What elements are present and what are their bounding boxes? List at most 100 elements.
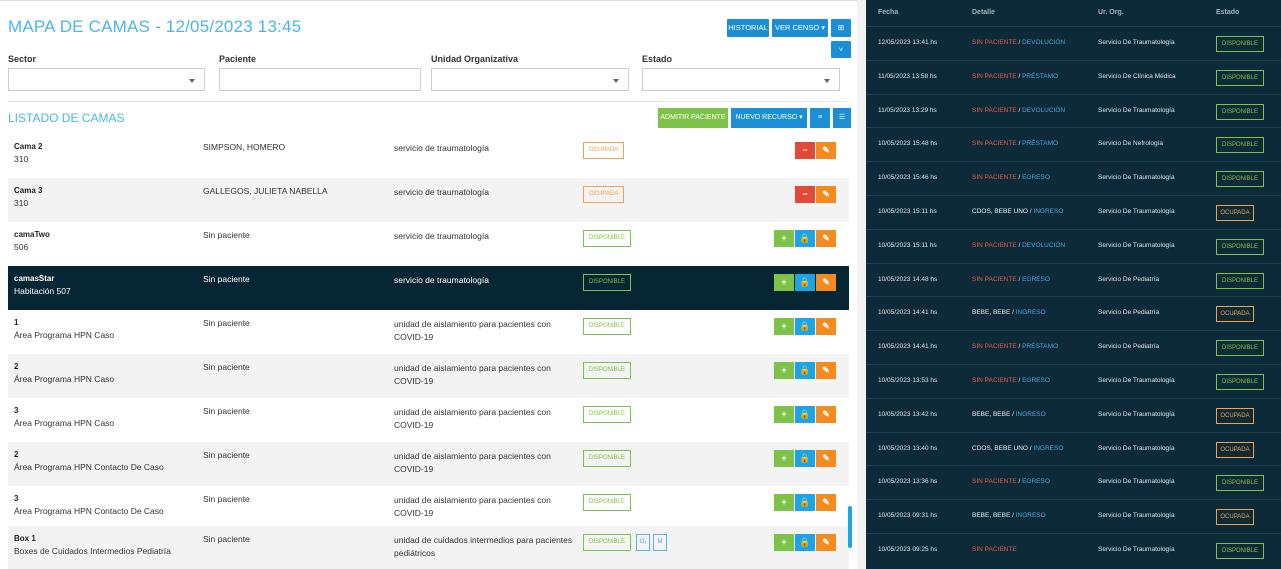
table-row[interactable]: 1 Área Programa HPN Caso Sin paciente unida…	[8, 310, 849, 354]
unidad-name: servicio de traumatología	[394, 143, 489, 153]
cama-location: Habitación 507	[14, 286, 71, 296]
add-button[interactable]: +	[774, 494, 794, 511]
admitir-paciente-button[interactable]: ADMITIR PACIENTE	[658, 108, 728, 128]
history-row: 11/05/2023 13:58 hs SIN PACIENTE / PRÉSTA…	[866, 59, 1281, 93]
history-who: BEBE, BEBE	[972, 512, 1011, 520]
edit-button[interactable]: ✎	[816, 494, 836, 511]
table-row[interactable]: 2 Área Programa HPN Contacto De Caso Sin p…	[8, 442, 849, 486]
table-row[interactable]: camaTwo 506 Sin paciente servicio de trauma…	[8, 222, 849, 266]
history-org: Servicio De Traumatología	[1098, 444, 1175, 452]
filter-list-button[interactable]: ☰	[833, 108, 851, 128]
table-row[interactable]: Cama 2 310 SIMPSON, HOMERO servicio de trau…	[8, 134, 849, 178]
unidad-name: unidad de aislamiento para pacientes con…	[394, 319, 551, 342]
paciente-input[interactable]	[219, 68, 421, 91]
history-fecha: 12/05/2023 13:41 hs	[878, 39, 938, 46]
history-status-badge: DISPONIBLE	[1216, 475, 1264, 492]
lock-button[interactable]: 🔒	[795, 362, 815, 379]
add-button[interactable]: +	[774, 450, 794, 467]
history-row: 11/05/2023 13:29 hs SIN PACIENTE / DEVOLU…	[866, 93, 1281, 127]
historial-panel: Fecha Detalle Ur. Org. Estado 12/05/2023…	[866, 0, 1281, 569]
add-button[interactable]: +	[774, 230, 794, 247]
unidad-name: unidad de aislamiento para pacientes con…	[394, 363, 551, 386]
history-org: Servicio De Pediatría	[1098, 309, 1160, 317]
history-row: 10/05/2023 14:48 hs SIN PACIENTE / EGRESO…	[866, 262, 1281, 296]
edit-button[interactable]: ✎	[816, 186, 836, 203]
paciente-name: Sin paciente	[203, 534, 250, 544]
history-who: SIN PACIENTE	[972, 343, 1017, 351]
history-row: 10/05/2023 13:36 hs SIN PACIENTE / EGRESO…	[866, 465, 1281, 498]
edit-button[interactable]: ✎	[816, 450, 836, 467]
add-button[interactable]: +	[774, 362, 794, 379]
table-row[interactable]: camasStar Habitación 507 Sin paciente servi…	[8, 266, 849, 310]
history-org: Servicio De Pediatría	[1098, 343, 1160, 351]
nuevo-recurso-button[interactable]: NUEVO RECURSO ▾	[731, 108, 807, 128]
table-row[interactable]: 3 Área Programa HPN Caso Sin paciente unida…	[8, 398, 849, 442]
historial-button[interactable]: HISTORIAL	[727, 19, 769, 37]
collapse-filters-button[interactable]: ˅	[831, 41, 851, 58]
edit-button[interactable]: ✎	[816, 274, 836, 291]
ver-censo-button[interactable]: VER CENSO ▾	[772, 19, 828, 37]
add-button[interactable]: +	[774, 318, 794, 335]
history-fecha: 10/05/2023 15:11 hs	[878, 208, 937, 215]
history-action: PRÉSTAMO	[1022, 343, 1059, 351]
history-fecha: 10/05/2023 13:36 hs	[878, 478, 938, 486]
status-badge: DISPONIBLE	[583, 494, 632, 511]
table-row[interactable]: Box 1 Boxes de Cuidados Intermedios Pedia…	[8, 526, 849, 569]
edit-button[interactable]: ✎	[816, 230, 836, 247]
lock-button[interactable]: 🔒	[795, 230, 815, 247]
history-row: 10/05/2023 13:53 hs SIN PACIENTE / EGRESO…	[866, 364, 1281, 397]
unidad-name: unidad de cuidados intermedios para paci…	[394, 535, 573, 558]
lock-button[interactable]: 🔒	[795, 318, 815, 335]
cama-location: 310	[14, 198, 29, 208]
history-status-badge: DISPONIBLE	[1216, 272, 1264, 289]
history-fecha: 10/05/2023 13:53 hs	[878, 377, 938, 384]
add-button[interactable]: +	[774, 274, 794, 291]
history-status-badge: DISPONIBLE	[1216, 103, 1264, 120]
lock-button[interactable]: 🔒	[795, 494, 815, 511]
history-action: PRÉSTAMO	[1022, 72, 1059, 80]
edit-button[interactable]: ✎	[816, 318, 836, 335]
edit-button[interactable]: ✎	[816, 534, 836, 551]
edit-button[interactable]: ✎	[816, 362, 836, 379]
table-row[interactable]: 3 Área Programa HPN Contacto De Caso Sin p…	[8, 486, 849, 530]
history-header-fecha: Fecha	[878, 9, 899, 16]
add-button[interactable]: +	[774, 406, 794, 423]
lock-button[interactable]: 🔒	[795, 450, 815, 467]
table-row[interactable]: Cama 3 310 GALLEGOS, JULIETA NABELLA servic…	[8, 178, 849, 222]
estado-select[interactable]	[642, 68, 840, 91]
cama-location: Área Programa HPN Contacto De Caso	[14, 462, 164, 472]
history-who: SIN PACIENTE	[972, 106, 1017, 114]
history-who: BEBE, BEBE	[972, 410, 1011, 418]
history-detalle: SIN PACIENTE / DEVOLUCIÓN	[972, 242, 1065, 249]
sector-select[interactable]	[8, 68, 205, 91]
add-button[interactable]: +	[774, 534, 794, 551]
history-status-badge: OCUPADA	[1216, 509, 1254, 526]
edit-button[interactable]: ✎	[816, 142, 836, 159]
cama-location: Área Programa HPN Caso	[14, 330, 115, 340]
remove-button[interactable]: −	[795, 186, 815, 203]
table-row[interactable]: 2 Área Programa HPN Caso Sin paciente unida…	[8, 354, 849, 398]
scrollbar[interactable]	[848, 506, 852, 548]
paciente-name: Sin paciente	[203, 318, 250, 328]
cama-name: camaTwo	[14, 230, 50, 239]
history-fecha: 10/05/2023 15:11 hs	[878, 241, 937, 249]
history-detalle: SIN PACIENTE / PRÉSTAMO	[972, 140, 1058, 147]
history-fecha: 11/05/2023 13:58 hs	[878, 72, 937, 80]
lock-button[interactable]: 🔒	[795, 274, 815, 291]
unidad-select[interactable]	[431, 68, 629, 91]
edit-button[interactable]: ✎	[816, 406, 836, 423]
camas-panel: MAPA DE CAMAS - 12/05/2023 13:45 HISTORI…	[0, 0, 857, 569]
lock-button[interactable]: 🔒	[795, 534, 815, 551]
history-org: Servicio De Traumatología	[1098, 512, 1175, 520]
cama-name: 2	[14, 450, 19, 459]
history-detalle: SIN PACIENTE / EGRESO	[972, 276, 1050, 283]
sort-button[interactable]: ≡	[810, 108, 830, 128]
history-status-badge: DISPONIBLE	[1216, 340, 1264, 357]
history-header-org: Ur. Org.	[1098, 9, 1124, 16]
cama-name: camasStar	[14, 274, 55, 283]
status-badge: DISPONIBLE	[583, 450, 632, 467]
remove-button[interactable]: −	[795, 142, 815, 159]
lock-button[interactable]: 🔒	[795, 406, 815, 423]
paciente-name: Sin paciente	[203, 362, 250, 372]
grid-view-button[interactable]: ⊞	[831, 19, 851, 37]
